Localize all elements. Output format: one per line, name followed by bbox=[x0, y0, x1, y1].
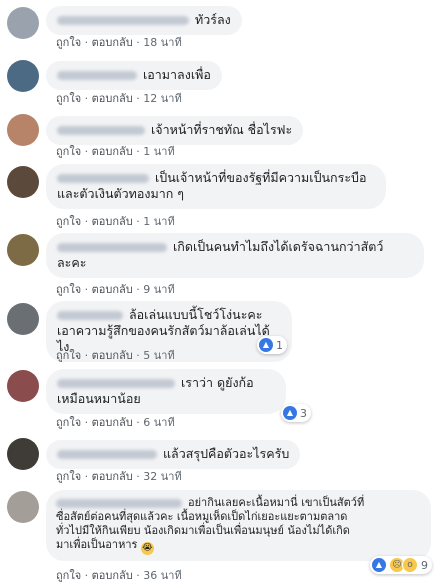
like-icon: ▲ bbox=[259, 338, 273, 352]
comment-bubble: เจ้าหน้าที่ราชทัณ ชื่อไรฟะ bbox=[46, 116, 304, 145]
timestamp[interactable]: 18 นาที bbox=[143, 36, 181, 49]
reaction-count[interactable]: ▲ ☹ o 9 bbox=[370, 556, 432, 574]
timestamp[interactable]: 12 นาที bbox=[143, 92, 181, 105]
commenter-name-blurred[interactable] bbox=[57, 126, 145, 135]
reply-link[interactable]: ตอบกลับ bbox=[92, 92, 133, 105]
like-link[interactable]: ถูกใจ bbox=[56, 92, 81, 105]
comment-text-line2: และตัวเงินตัวทองมาก ๆ bbox=[57, 186, 184, 201]
comment-text-line1: เราว่า ดูยังก้อ bbox=[181, 375, 254, 390]
commenter-name-blurred[interactable] bbox=[57, 450, 157, 459]
reply-link[interactable]: ตอบกลับ bbox=[92, 416, 133, 429]
avatar[interactable] bbox=[7, 234, 39, 266]
reply-link[interactable]: ตอบกลับ bbox=[92, 349, 133, 362]
commenter-name-blurred[interactable] bbox=[56, 498, 182, 508]
commenter-name-blurred[interactable] bbox=[57, 16, 189, 25]
like-link[interactable]: ถูกใจ bbox=[56, 416, 81, 429]
timestamp[interactable]: 9 นาที bbox=[143, 283, 174, 296]
comment-meta: ถูกใจ · ตอบกลับ · 12 นาที bbox=[56, 92, 182, 105]
like-link[interactable]: ถูกใจ bbox=[56, 283, 81, 296]
comment-meta: ถูกใจ · ตอบกลับ · 1 นาที bbox=[56, 145, 175, 158]
comment-meta: ถูกใจ · ตอบกลับ · 36 นาที bbox=[56, 569, 182, 582]
wow-reaction-icon: o bbox=[402, 557, 418, 573]
timestamp[interactable]: 1 นาที bbox=[143, 215, 174, 228]
like-link[interactable]: ถูกใจ bbox=[56, 215, 81, 228]
comment-text-line3: ทั่วไปมีให้กินเพียบ น้องเกิดมาเพื่อเป็นเ… bbox=[56, 524, 350, 537]
timestamp[interactable]: 36 นาที bbox=[143, 569, 181, 582]
commenter-name-blurred[interactable] bbox=[57, 174, 149, 183]
reply-link[interactable]: ตอบกลับ bbox=[92, 145, 133, 158]
timestamp[interactable]: 5 นาที bbox=[143, 349, 174, 362]
avatar[interactable] bbox=[7, 438, 39, 470]
comment-bubble: เกิดเป็นคนทำไมถึงได้เดรัจฉานกว่าสัตว์ ละ… bbox=[46, 233, 424, 278]
comment-text: เอามาลงเพื่อ bbox=[143, 67, 211, 82]
comment-bubble: แล้วสรุปคือตัวอะไรครับ bbox=[46, 440, 301, 469]
like-link[interactable]: ถูกใจ bbox=[56, 569, 81, 582]
timestamp[interactable]: 6 นาที bbox=[143, 416, 174, 429]
avatar[interactable] bbox=[7, 303, 39, 335]
comment-meta: ถูกใจ · ตอบกลับ · 1 นาที bbox=[56, 215, 175, 228]
comment-text: แล้วสรุปคือตัวอะไรครับ bbox=[163, 446, 290, 461]
comment-text-line2: ละคะ bbox=[57, 255, 87, 270]
like-icon: ▲ bbox=[283, 406, 297, 420]
comment-bubble: เอามาลงเพื่อ bbox=[46, 61, 222, 90]
like-link[interactable]: ถูกใจ bbox=[56, 36, 81, 49]
comment-meta: ถูกใจ · ตอบกลับ · 32 นาที bbox=[56, 470, 182, 483]
comment-text-line1: เป็นเจ้าหน้าที่ของรัฐที่มีความเป็นกระบือ bbox=[155, 170, 367, 185]
comment-bubble: ทัวร์ลง bbox=[46, 6, 242, 35]
avatar[interactable] bbox=[7, 166, 39, 198]
like-link[interactable]: ถูกใจ bbox=[56, 349, 81, 362]
comment-text-line1: เกิดเป็นคนทำไมถึงได้เดรัจฉานกว่าสัตว์ bbox=[173, 239, 384, 254]
comment-meta: ถูกใจ · ตอบกลับ · 5 นาที bbox=[56, 349, 175, 362]
comment-text-line2: เหมือนหมาน้อย bbox=[57, 391, 141, 406]
crying-face-icon: 😭 bbox=[140, 542, 154, 555]
comment-text-line1: ล้อเล่นแบบนี้โชว์โง่นะคะ bbox=[129, 307, 263, 322]
comment-text-line4: มาเพื่อเป็นอาหาร bbox=[56, 538, 138, 551]
commenter-name-blurred[interactable] bbox=[57, 243, 167, 252]
commenter-name-blurred[interactable] bbox=[57, 311, 123, 320]
reply-link[interactable]: ตอบกลับ bbox=[92, 283, 133, 296]
avatar[interactable] bbox=[7, 7, 39, 39]
comment-meta: ถูกใจ · ตอบกลับ · 18 นาที bbox=[56, 36, 182, 49]
like-link[interactable]: ถูกใจ bbox=[56, 470, 81, 483]
comment-bubble: เราว่า ดูยังก้อ เหมือนหมาน้อย bbox=[46, 369, 286, 414]
avatar[interactable] bbox=[7, 491, 39, 523]
reply-link[interactable]: ตอบกลับ bbox=[92, 569, 133, 582]
comment-bubble: อย่ากินเลยคะเนื้อหมานี่ เขาเป็นสัตว์ที่ … bbox=[46, 490, 431, 561]
comment-text-line2: ซื่อสัตย์ต่อคนที่สุดแล้วคะ เนื้อหมูเห็ดเ… bbox=[56, 510, 348, 523]
timestamp[interactable]: 32 นาที bbox=[143, 470, 181, 483]
reply-link[interactable]: ตอบกลับ bbox=[92, 470, 133, 483]
like-icon: ▲ bbox=[372, 558, 386, 572]
comment-meta: ถูกใจ · ตอบกลับ · 9 นาที bbox=[56, 283, 175, 296]
avatar[interactable] bbox=[7, 60, 39, 92]
reaction-count[interactable]: ▲ 3 bbox=[281, 404, 311, 422]
reaction-count[interactable]: ▲ 1 bbox=[257, 336, 287, 354]
avatar[interactable] bbox=[7, 370, 39, 402]
commenter-name-blurred[interactable] bbox=[57, 71, 137, 80]
comment-text-line1: อย่ากินเลยคะเนื้อหมานี่ เขาเป็นสัตว์ที่ bbox=[188, 496, 365, 509]
comment-text: เจ้าหน้าที่ราชทัณ ชื่อไรฟะ bbox=[151, 122, 293, 137]
commenter-name-blurred[interactable] bbox=[57, 379, 175, 388]
comment-bubble: เป็นเจ้าหน้าที่ของรัฐที่มีความเป็นกระบือ… bbox=[46, 164, 386, 209]
reply-link[interactable]: ตอบกลับ bbox=[92, 36, 133, 49]
timestamp[interactable]: 1 นาที bbox=[143, 145, 174, 158]
comment-text: ทัวร์ลง bbox=[195, 12, 231, 27]
avatar[interactable] bbox=[7, 114, 39, 146]
comment-meta: ถูกใจ · ตอบกลับ · 6 นาที bbox=[56, 416, 175, 429]
like-link[interactable]: ถูกใจ bbox=[56, 145, 81, 158]
reply-link[interactable]: ตอบกลับ bbox=[92, 215, 133, 228]
